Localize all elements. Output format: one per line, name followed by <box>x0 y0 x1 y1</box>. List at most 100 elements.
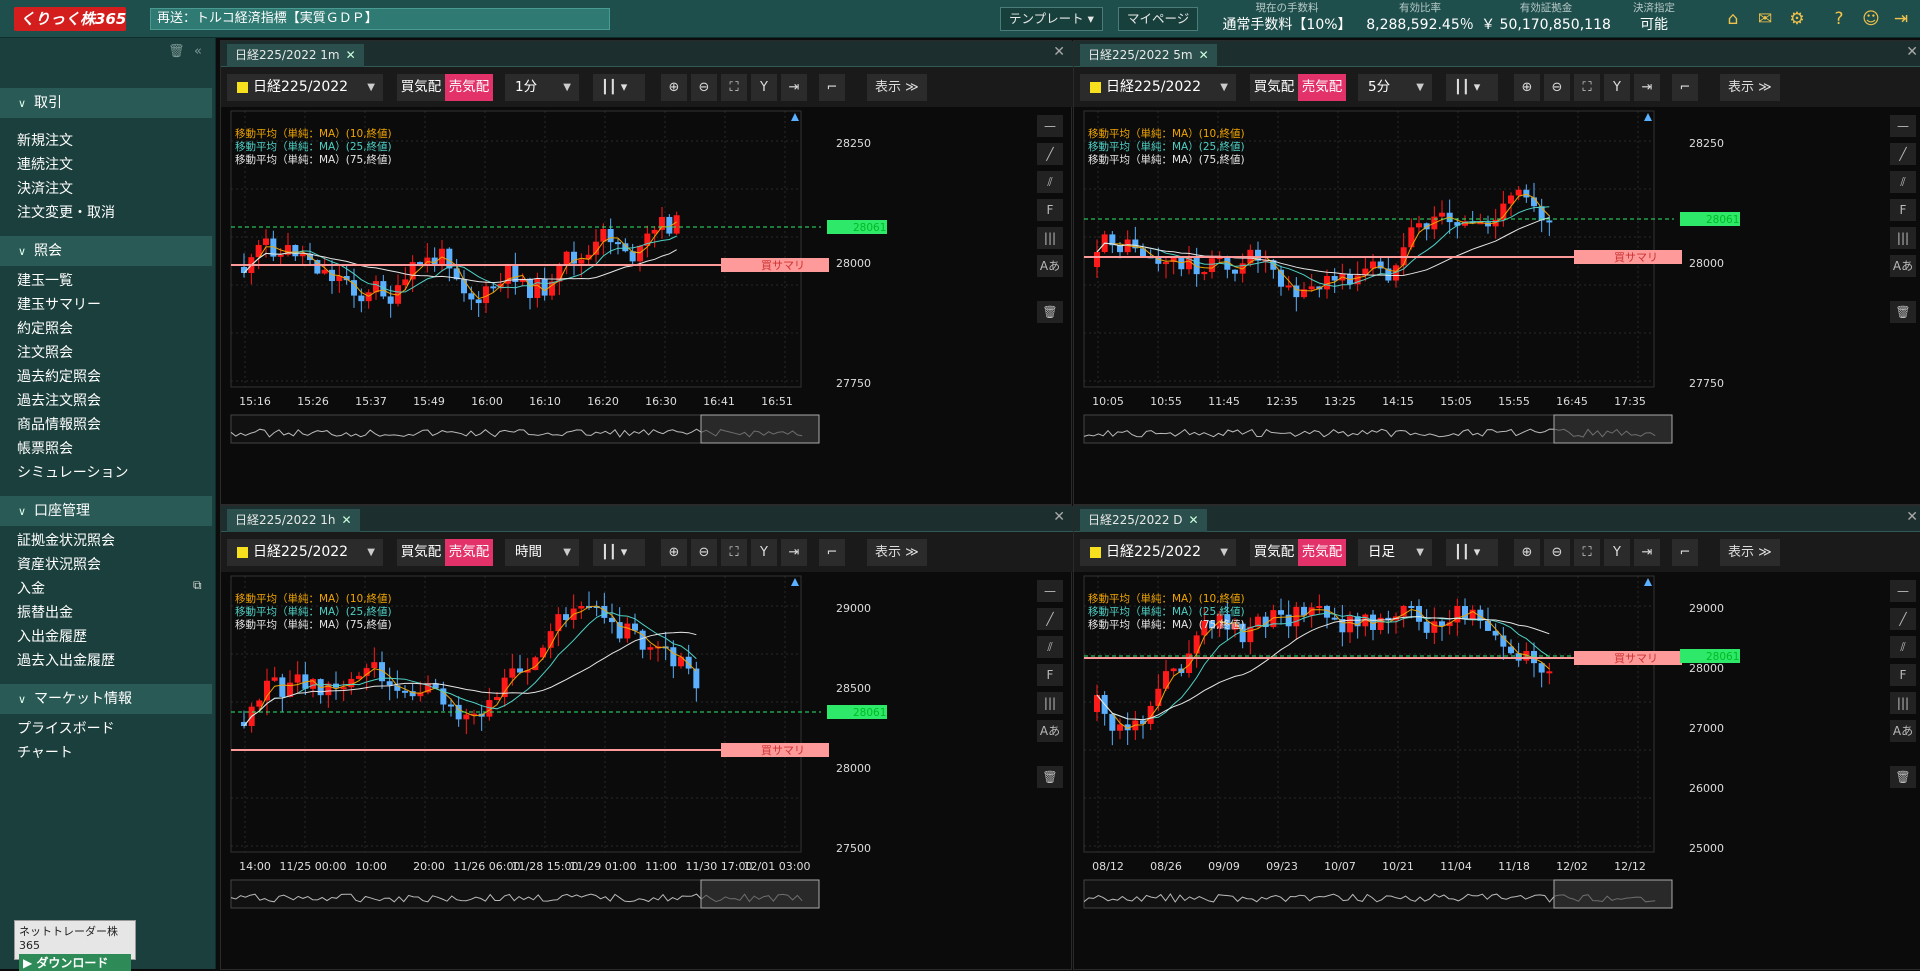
text-tool-icon[interactable]: Aあ <box>1037 720 1063 742</box>
sidebar-item[interactable]: チャート <box>17 742 73 762</box>
display-menu-button[interactable]: 表示 ≫ <box>1720 539 1780 566</box>
sell-quote-button[interactable]: 売気配 <box>445 539 493 566</box>
hline-tool-icon[interactable]: — <box>1890 580 1916 602</box>
close-tab-icon[interactable]: ✕ <box>342 513 352 527</box>
buy-quote-button[interactable]: 買気配 <box>1250 539 1298 566</box>
sidebar-item[interactable]: プライスボード <box>17 718 115 738</box>
add-indicator-icon[interactable]: ⌐ <box>1672 74 1698 101</box>
help-icon[interactable]: ? <box>1828 8 1850 30</box>
delete-drawing-icon[interactable]: 🗑 <box>1890 766 1916 788</box>
add-indicator-icon[interactable]: ⌐ <box>1672 539 1698 566</box>
timeframe-select[interactable]: 時間 ▼ <box>505 539 579 566</box>
display-menu-button[interactable]: 表示 ≫ <box>867 539 927 566</box>
hline-tool-icon[interactable]: — <box>1037 115 1063 137</box>
sell-quote-button[interactable]: 売気配 <box>1298 539 1346 566</box>
chart-tab[interactable]: 日経225/2022 D ✕ <box>1080 509 1207 532</box>
sidebar-item[interactable]: 過去注文照会 <box>17 390 101 410</box>
fit-icon[interactable]: ⛶ <box>1574 539 1600 566</box>
overview-range-handle[interactable] <box>1553 414 1673 444</box>
close-panel-icon[interactable]: ✕ <box>1053 509 1065 525</box>
collapse-icon[interactable]: « <box>194 44 202 59</box>
symbol-select[interactable]: 日経225/2022 ▼ <box>1080 539 1236 566</box>
display-menu-button[interactable]: 表示 ≫ <box>867 74 927 101</box>
zoom-out-icon[interactable]: ⊖ <box>691 74 717 101</box>
sidebar-item[interactable]: 決済注文 <box>17 178 73 198</box>
text-tool-icon[interactable]: Aあ <box>1037 255 1063 277</box>
scroll-end-icon[interactable]: ⇥ <box>781 539 807 566</box>
scroll-end-icon[interactable]: ⇥ <box>781 74 807 101</box>
scroll-end-icon[interactable]: ⇥ <box>1634 74 1660 101</box>
sidebar-section[interactable]: ∨ 照会 <box>0 236 212 266</box>
zoom-in-icon[interactable]: ⊕ <box>661 539 687 566</box>
candlestick-type-select[interactable]: ┃┃ ▾ <box>1446 74 1498 101</box>
symbol-select[interactable]: 日経225/2022 ▼ <box>227 539 383 566</box>
scroll-up-icon[interactable] <box>791 578 799 586</box>
scroll-up-icon[interactable] <box>1644 578 1652 586</box>
chart-tab[interactable]: 日経225/2022 5m ✕ <box>1080 44 1217 67</box>
logout-icon[interactable]: ⇥ <box>1890 8 1912 30</box>
trendline-tool-icon[interactable]: ╱ <box>1890 143 1916 165</box>
sidebar-item[interactable]: 過去約定照会 <box>17 366 101 386</box>
fib-tool-icon[interactable]: F <box>1890 199 1916 221</box>
scroll-up-icon[interactable] <box>791 113 799 121</box>
sidebar-item[interactable]: 過去入出金履歴 <box>17 650 115 670</box>
zoom-in-icon[interactable]: ⊕ <box>661 74 687 101</box>
download-box[interactable]: ネットトレーダー株365 ▶ ダウンロード <box>14 920 136 971</box>
candlestick-type-select[interactable]: ┃┃ ▾ <box>593 74 645 101</box>
overview-range-handle[interactable] <box>700 879 820 909</box>
buy-quote-button[interactable]: 買気配 <box>1250 74 1298 101</box>
zoom-out-icon[interactable]: ⊖ <box>1544 539 1570 566</box>
channel-tool-icon[interactable]: ⫽ <box>1037 171 1063 193</box>
zoom-out-icon[interactable]: ⊖ <box>1544 74 1570 101</box>
price-chart[interactable]: 買サマリ28061移動平均（単純：MA）(10,終値)移動平均（単純：MA）(2… <box>221 572 1021 962</box>
sidebar-item[interactable]: 商品情報照会 <box>17 414 101 434</box>
sidebar-item[interactable]: 帳票照会 <box>17 438 73 458</box>
sell-quote-button[interactable]: 売気配 <box>1298 74 1346 101</box>
close-panel-icon[interactable]: ✕ <box>1053 44 1065 60</box>
vline-tool-icon[interactable]: ||| <box>1890 227 1916 249</box>
add-indicator-icon[interactable]: ⌐ <box>819 539 845 566</box>
user-icon[interactable]: ☺ <box>1860 8 1882 30</box>
zoom-in-icon[interactable]: ⊕ <box>1514 74 1540 101</box>
candlestick-type-select[interactable]: ┃┃ ▾ <box>1446 539 1498 566</box>
zoom-in-icon[interactable]: ⊕ <box>1514 539 1540 566</box>
vline-tool-icon[interactable]: ||| <box>1890 692 1916 714</box>
brand-logo[interactable]: くりっく株365 <box>14 7 126 31</box>
sidebar-item[interactable]: 連続注文 <box>17 154 73 174</box>
y-lock-icon[interactable]: Y <box>751 539 777 566</box>
home-icon[interactable]: ⌂ <box>1722 8 1744 30</box>
display-menu-button[interactable]: 表示 ≫ <box>1720 74 1780 101</box>
fit-icon[interactable]: ⛶ <box>721 74 747 101</box>
chart-tab[interactable]: 日経225/2022 1m ✕ <box>227 44 364 67</box>
price-chart[interactable]: 買サマリ28061移動平均（単純：MA）(10,終値)移動平均（単純：MA）(2… <box>1074 572 1874 962</box>
trendline-tool-icon[interactable]: ╱ <box>1890 608 1916 630</box>
trendline-tool-icon[interactable]: ╱ <box>1037 608 1063 630</box>
close-tab-icon[interactable]: ✕ <box>346 48 356 62</box>
sidebar-section[interactable]: ∨ 取引 <box>0 88 212 118</box>
download-button[interactable]: ▶ ダウンロード <box>19 954 131 971</box>
channel-tool-icon[interactable]: ⫽ <box>1890 636 1916 658</box>
sidebar-item[interactable]: 建玉一覧 <box>17 270 73 290</box>
chart-tab[interactable]: 日経225/2022 1h ✕ <box>227 509 360 532</box>
sidebar-item[interactable]: 新規注文 <box>17 130 73 150</box>
gear-icon[interactable]: ⚙ <box>1786 8 1808 30</box>
sidebar-item[interactable]: 建玉サマリー <box>17 294 101 314</box>
timeframe-select[interactable]: 1分 ▼ <box>505 74 579 101</box>
y-lock-icon[interactable]: Y <box>751 74 777 101</box>
vline-tool-icon[interactable]: ||| <box>1037 692 1063 714</box>
overview-range-handle[interactable] <box>700 414 820 444</box>
fit-icon[interactable]: ⛶ <box>721 539 747 566</box>
price-chart[interactable]: 買サマリ28061移動平均（単純：MA）(10,終値)移動平均（単純：MA）(2… <box>221 107 1021 497</box>
overview-range-handle[interactable] <box>1553 879 1673 909</box>
fit-icon[interactable]: ⛶ <box>1574 74 1600 101</box>
fib-tool-icon[interactable]: F <box>1037 664 1063 686</box>
zoom-out-icon[interactable]: ⊖ <box>691 539 717 566</box>
fib-tool-icon[interactable]: F <box>1037 199 1063 221</box>
delete-drawing-icon[interactable]: 🗑 <box>1037 766 1063 788</box>
buy-quote-button[interactable]: 買気配 <box>397 539 445 566</box>
timeframe-select[interactable]: 日足 ▼ <box>1358 539 1432 566</box>
symbol-select[interactable]: 日経225/2022 ▼ <box>1080 74 1236 101</box>
y-lock-icon[interactable]: Y <box>1604 74 1630 101</box>
buy-quote-button[interactable]: 買気配 <box>397 74 445 101</box>
close-panel-icon[interactable]: ✕ <box>1906 509 1918 525</box>
